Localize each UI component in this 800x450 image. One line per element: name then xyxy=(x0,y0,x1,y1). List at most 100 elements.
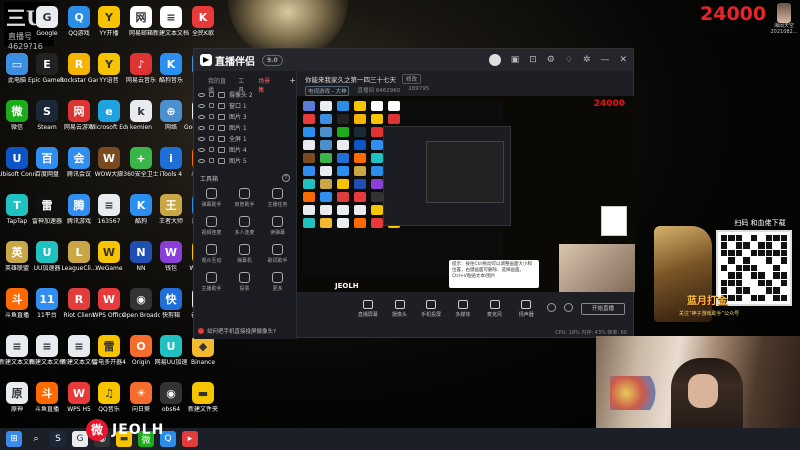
desktop-icon[interactable]: K 全民K歌 xyxy=(184,4,222,48)
desktop-icon-grid: G Google Q QQ游戏 Y YY开播网网易邮箱 ≡ 新建文本文档 K 全民K歌 ▭ 此电脑 E E… xyxy=(0,0,222,450)
tool-icon xyxy=(272,272,283,283)
preview-mini-icon xyxy=(320,166,332,176)
room-stat-1: 直播间 6462960 xyxy=(357,88,401,94)
toolbar-button[interactable]: 摄像头 xyxy=(389,299,411,318)
close-button[interactable]: ✕ xyxy=(619,55,627,65)
toolbar-button[interactable]: 麦克风 xyxy=(484,299,506,318)
scene-item[interactable]: 全屏 1 xyxy=(198,133,296,144)
eye-icon[interactable] xyxy=(198,158,205,163)
settings-icon[interactable]: ⚙ xyxy=(547,55,555,65)
tool-icon xyxy=(272,216,283,227)
app-icon: 斗 xyxy=(36,382,58,404)
eye-icon[interactable] xyxy=(198,92,205,97)
desktop-icon[interactable]: ◆ Binance xyxy=(184,333,222,377)
eye-icon[interactable] xyxy=(198,147,205,152)
app-icon: ◉ xyxy=(160,382,182,404)
windows-start-icon[interactable]: ⊞ xyxy=(6,431,22,447)
tool-icon xyxy=(239,272,250,283)
toolbox-item[interactable]: 弹幕助手 xyxy=(195,186,228,210)
toolbox-item[interactable]: 主播任务 xyxy=(261,186,294,210)
lock-icon[interactable] xyxy=(209,92,214,97)
desktop-icon[interactable]: ▬ 新建文件夹 xyxy=(184,380,222,424)
toolbar-button[interactable]: 扬声器 xyxy=(515,299,537,318)
preview-mini-icon xyxy=(320,140,332,150)
tab-scenes[interactable]: 场景集 xyxy=(258,76,273,94)
gear-icon[interactable]: ✲ xyxy=(583,55,591,65)
help-icon[interactable]: ? xyxy=(282,174,290,182)
minimize-button[interactable]: — xyxy=(600,55,609,65)
room-title: 你能来我家久之第一四三十七天 xyxy=(305,76,396,84)
window-controls: ▣ ⊡ ⚙ ♢ ✲ — ✕ xyxy=(488,54,627,66)
qr-cell xyxy=(750,235,758,242)
lock-icon[interactable] xyxy=(209,125,214,130)
toolbox-item[interactable]: 观众互动 xyxy=(195,242,228,266)
start-live-button[interactable]: 开始直播 xyxy=(581,302,626,315)
layout-icon[interactable] xyxy=(564,302,574,312)
toolbar-button[interactable]: 手机投屏 xyxy=(420,299,442,318)
lock-icon[interactable] xyxy=(209,114,214,119)
toolbar-button[interactable]: 多媒体 xyxy=(452,299,474,318)
toolbox-item[interactable]: 多人连麦 xyxy=(228,214,261,238)
toolbox-item[interactable]: 投票 xyxy=(228,270,261,294)
edit-title-button[interactable]: 修改 xyxy=(402,74,422,84)
preview-mini-icon xyxy=(320,101,332,111)
preview-mini-icon xyxy=(354,205,366,215)
scene-item[interactable]: 窗口 1 xyxy=(198,100,296,111)
lock-icon[interactable]: ⊡ xyxy=(529,55,537,65)
scene-item[interactable]: 图片 4 xyxy=(198,144,296,155)
toolbox-item[interactable]: 读弹幕 xyxy=(261,214,294,238)
record-icon[interactable] xyxy=(547,302,557,312)
bell-icon[interactable]: ♢ xyxy=(565,55,573,65)
scene-item[interactable]: 图片 5 xyxy=(198,155,296,166)
broadcast-icon[interactable]: ▸ xyxy=(182,431,198,447)
preview-mini-icon xyxy=(303,101,315,111)
room-category[interactable]: 电视游戏 - 大神 xyxy=(305,86,350,96)
lock-icon[interactable] xyxy=(209,136,214,141)
toolbox-item[interactable]: 视频连麦 xyxy=(195,214,228,238)
lock-icon[interactable] xyxy=(209,158,214,163)
lock-icon[interactable] xyxy=(209,147,214,152)
tool-label: 主播助手 xyxy=(201,286,222,292)
scene-item[interactable]: 图片 3 xyxy=(198,111,296,122)
qr-cell xyxy=(743,279,750,287)
toolbox-item[interactable]: 房管助手 xyxy=(228,186,261,210)
qr-cell xyxy=(735,257,743,264)
sidebar-footer-tip[interactable]: 如何把手机直接投屏摄像头? xyxy=(198,327,276,335)
toolbar-button[interactable]: 直播屏幕 xyxy=(357,299,379,318)
steam-icon[interactable]: S xyxy=(50,431,66,447)
preview-mini-icon xyxy=(337,218,349,228)
toolbar-label: 多媒体 xyxy=(455,311,471,318)
stream-preview[interactable]: 24000 提示：按住Ctrl拖动可以调整画面大小和位置，右键画面可删除、选择画… xyxy=(297,96,635,292)
eye-icon[interactable] xyxy=(198,103,205,108)
eye-icon[interactable] xyxy=(198,125,205,130)
qr-cell xyxy=(743,257,750,264)
eye-icon[interactable] xyxy=(198,136,205,141)
preview-mini-icon xyxy=(354,140,366,150)
qr-cell xyxy=(750,279,758,287)
warning-dot-icon xyxy=(198,328,204,334)
preview-mini-icon xyxy=(337,127,349,137)
app-icon: Q xyxy=(68,6,90,28)
search-icon[interactable]: ⌕ xyxy=(28,431,44,447)
app-icon: L xyxy=(68,241,90,263)
app-icon: e xyxy=(98,100,120,122)
scene-item[interactable]: 图片 1 xyxy=(198,122,296,133)
add-scene-icon[interactable]: + xyxy=(289,76,296,87)
tab-my-live[interactable]: 我的直播 xyxy=(208,76,228,94)
qr-cell xyxy=(773,257,780,264)
user-avatar[interactable] xyxy=(488,54,501,66)
toolbox-item[interactable]: 更多 xyxy=(261,270,294,294)
lock-icon[interactable] xyxy=(209,103,214,108)
app-icon: ▭ xyxy=(6,53,28,75)
source-type-icon xyxy=(218,124,225,131)
app-icon: 微 xyxy=(6,100,28,122)
app-titlebar[interactable]: ▶ 直播伴侣 9.0 ▣ ⊡ ⚙ ♢ ✲ — ✕ xyxy=(194,49,633,71)
toolbox-item[interactable]: 歌词助手 xyxy=(261,242,294,266)
live-companion-window[interactable]: ▶ 直播伴侣 9.0 ▣ ⊡ ⚙ ♢ ✲ — ✕ 我的直播 工具 场景集 + 摄… xyxy=(193,48,635,339)
tool-label: 读弹幕 xyxy=(269,230,285,236)
eye-icon[interactable] xyxy=(198,114,205,119)
gift-icon[interactable]: ▣ xyxy=(511,55,520,65)
toolbox-item[interactable]: 主播助手 xyxy=(195,270,228,294)
tab-tools[interactable]: 工具 xyxy=(238,76,248,94)
toolbox-item[interactable]: 弹幕机 xyxy=(228,242,261,266)
